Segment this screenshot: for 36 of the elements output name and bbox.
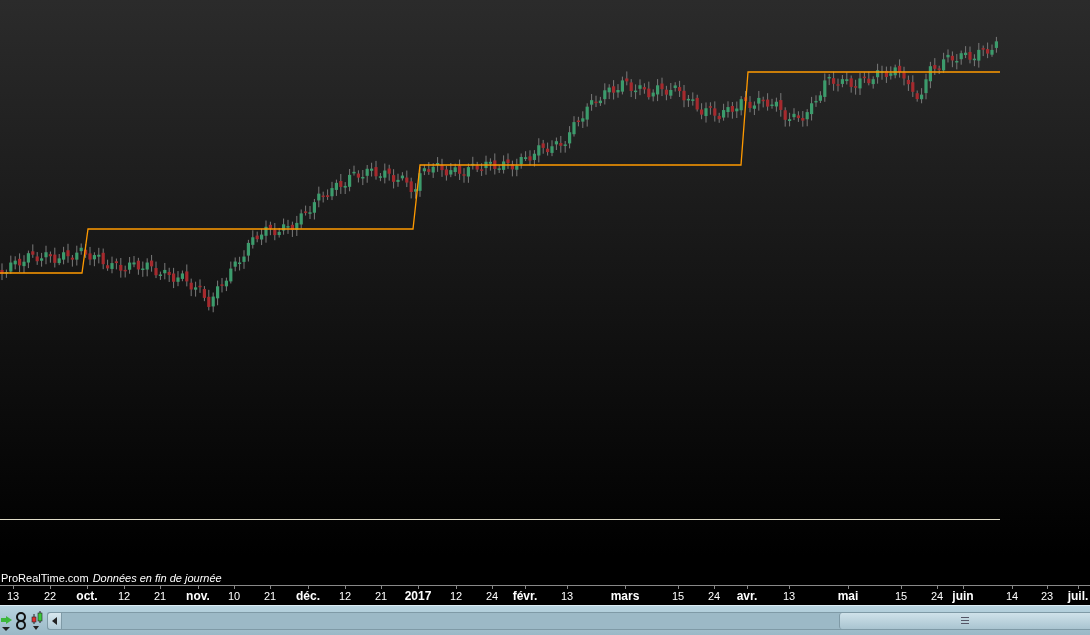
axis-label: 21	[374, 590, 388, 602]
axis-label: juin	[952, 589, 974, 603]
axis-label: 12	[117, 590, 131, 602]
axis-label: 24	[930, 590, 944, 602]
axis-label: 12	[338, 590, 352, 602]
axis-label: juil.	[1067, 589, 1089, 603]
axis-label: mars	[610, 589, 640, 603]
grip-icon	[961, 617, 969, 624]
axis-label: 24	[707, 590, 721, 602]
scroll-left-button[interactable]	[48, 612, 62, 629]
axis-label: 15	[894, 590, 908, 602]
axis-label: oct.	[76, 589, 98, 603]
source-label: ProRealTime.com	[1, 572, 89, 584]
axis-label: 14	[1005, 590, 1019, 602]
axis-label: 2017	[404, 589, 432, 603]
axis-label: mai	[837, 589, 859, 603]
axis-label: 23	[1040, 590, 1054, 602]
axis-label: 15	[671, 590, 685, 602]
axis-label: avr.	[736, 589, 758, 603]
left-arrow-icon	[51, 616, 58, 625]
axis-label: 13	[560, 590, 574, 602]
axis-label: 24	[485, 590, 499, 602]
axis-label: 21	[153, 590, 167, 602]
axis-label: 21	[263, 590, 277, 602]
axis-label: févr.	[512, 589, 538, 603]
axis-label: 22	[43, 590, 57, 602]
data-note: Données en fin de journée	[92, 572, 222, 584]
axis-label: déc.	[296, 589, 320, 603]
candlestick-icon[interactable]	[30, 609, 44, 632]
axis-label: 13	[782, 590, 796, 602]
horizontal-scrollbar[interactable]	[47, 611, 1090, 630]
scrollbar-thumb[interactable]	[839, 612, 1090, 629]
axis-label: 13	[6, 590, 20, 602]
axis-label: 12	[449, 590, 463, 602]
axis-label: nov.	[186, 589, 210, 603]
axis-label: 10	[227, 590, 241, 602]
